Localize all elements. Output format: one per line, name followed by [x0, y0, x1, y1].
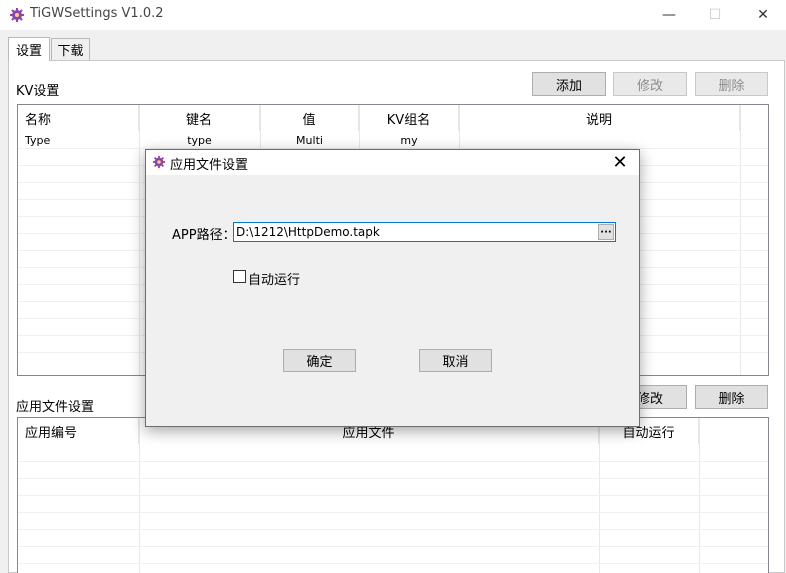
kv-cell-value[interactable]: Multi	[260, 131, 359, 149]
kv-col-key[interactable]: 键名	[139, 105, 260, 131]
kv-cell-key[interactable]: type	[139, 131, 260, 149]
kv-cell-name[interactable]: Type	[25, 131, 135, 149]
tab-download[interactable]: 下载	[51, 38, 90, 60]
apps-col-id[interactable]: 应用编号	[18, 418, 139, 444]
kv-col-group[interactable]: KV组名	[359, 105, 459, 131]
kv-section-label: KV设置	[16, 84, 60, 99]
dialog-close-button[interactable]: ✕	[605, 150, 635, 175]
apps-grid-line	[18, 546, 768, 547]
apps-section-label: 应用文件设置	[16, 400, 95, 415]
maximize-button[interactable]: ☐	[692, 0, 738, 30]
app-file-settings-dialog: 应用文件设置 ✕ APP路径： D:\1212\HttpDemo.tapk ··…	[145, 149, 640, 427]
dialog-title-bar: 应用文件设置 ✕	[146, 150, 639, 175]
app-path-label: APP路径：	[172, 228, 236, 243]
kv-col-description[interactable]: 说明	[459, 105, 740, 131]
app-gear-icon	[152, 155, 166, 169]
kv-add-button[interactable]: 添加	[532, 72, 606, 96]
ok-button[interactable]: 确定	[283, 349, 356, 372]
tab-settings[interactable]: 设置	[8, 37, 50, 61]
browse-button[interactable]: ···	[598, 224, 614, 240]
kv-delete-button[interactable]: 删除	[695, 72, 768, 96]
apps-table[interactable]: 应用编号 应用文件 自动运行	[17, 417, 769, 573]
apps-delete-button[interactable]: 删除	[695, 385, 768, 409]
apps-grid-line	[18, 529, 768, 530]
apps-grid-line	[18, 563, 768, 564]
kv-cell-group[interactable]: my	[359, 131, 459, 149]
app-path-input[interactable]: D:\1212\HttpDemo.tapk	[233, 222, 616, 242]
apps-grid-line	[18, 495, 768, 496]
window-title: TiGWSettings V1.0.2	[30, 6, 164, 21]
minimize-button[interactable]: —	[646, 0, 692, 30]
app-gear-icon	[10, 8, 24, 22]
apps-grid-line	[18, 461, 768, 462]
kv-edit-button[interactable]: 修改	[613, 72, 687, 96]
close-button[interactable]: ✕	[740, 0, 786, 30]
kv-col-name[interactable]: 名称	[18, 105, 139, 131]
apps-grid-line	[18, 512, 768, 513]
autorun-label[interactable]: 自动运行	[248, 269, 300, 288]
dialog-title: 应用文件设置	[170, 158, 249, 173]
autorun-checkbox[interactable]	[233, 270, 246, 283]
apps-grid-line	[18, 478, 768, 479]
app-path-value: D:\1212\HttpDemo.tapk	[236, 225, 380, 239]
kv-col-value[interactable]: 值	[260, 105, 359, 131]
cancel-button[interactable]: 取消	[419, 349, 492, 372]
